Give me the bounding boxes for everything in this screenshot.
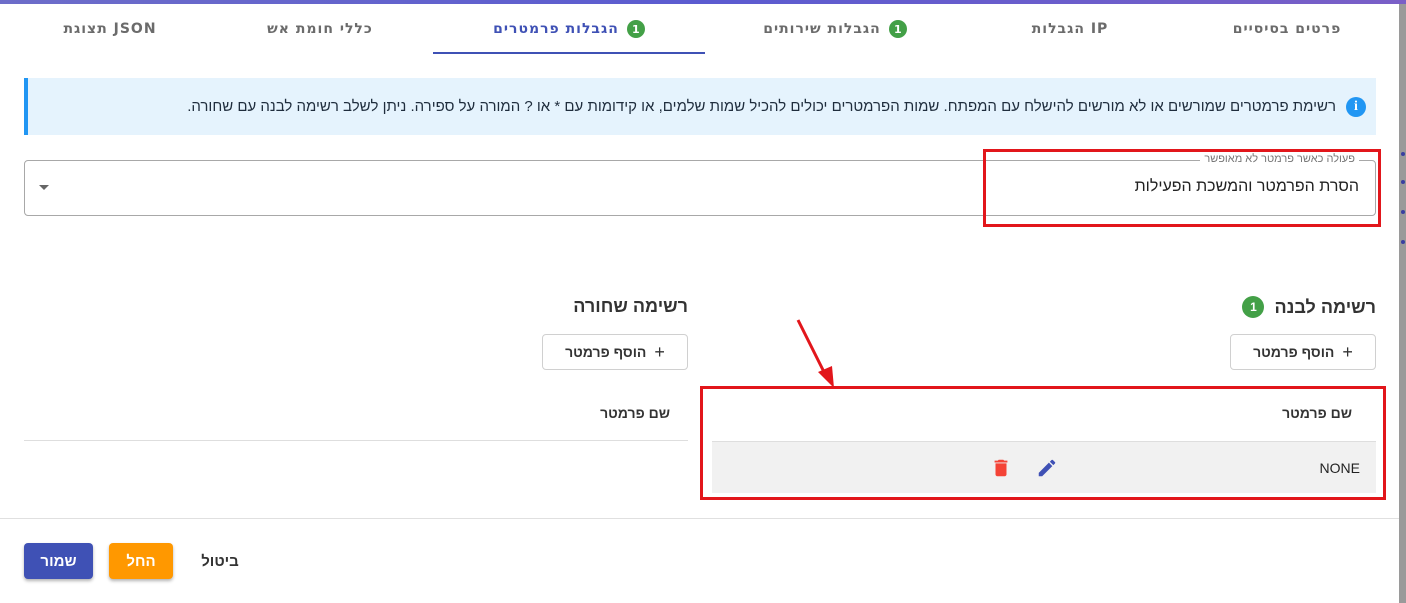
- cancel-button[interactable]: ביטול: [190, 543, 250, 579]
- whitelist-title: רשימה לבנה 1: [1242, 296, 1376, 318]
- blacklist-column-header: שם פרמטר: [600, 405, 670, 421]
- active-tab-indicator: [433, 52, 705, 54]
- blacklist-title: רשימה שחורה: [573, 296, 688, 317]
- info-banner-text: רשימת פרמטרים שמורשים או לא מורשים להישל…: [187, 98, 1336, 115]
- annotation-arrow-icon: [796, 319, 834, 388]
- tab-json-view[interactable]: תצוגת JSON: [20, 4, 200, 54]
- tab-label: פרטים בסיסיים: [1232, 21, 1342, 37]
- background-dot: [1401, 180, 1405, 184]
- table-divider: [24, 440, 688, 441]
- background-overlay: [1399, 4, 1406, 603]
- tab-label: הגבלות שירותים: [763, 21, 881, 37]
- tab-bar: פרטים בסיסיים הגבלות IP הגבלות שירותים 1…: [0, 4, 1399, 54]
- info-banner: רשימת פרמטרים שמורשים או לא מורשים להישל…: [24, 78, 1376, 135]
- add-button-label: הוסף פרמטר: [1253, 344, 1335, 360]
- whitelist-add-parameter-button[interactable]: הוסף פרמטר +: [1230, 334, 1376, 370]
- tab-ip-restrictions[interactable]: הגבלות IP: [960, 4, 1180, 54]
- whitelist-count-badge: 1: [1242, 296, 1265, 318]
- highlight-annotation-box: [700, 386, 1386, 500]
- plus-icon: +: [1342, 341, 1353, 362]
- background-dot: [1401, 240, 1405, 244]
- whitelist-title-text: רשימה לבנה: [1274, 296, 1376, 317]
- info-icon: i: [1346, 96, 1366, 117]
- chevron-down-icon[interactable]: [39, 185, 49, 190]
- tab-parameter-restrictions[interactable]: הגבלות פרמטרים 1: [433, 4, 705, 54]
- api-key-dialog: פרטים בסיסיים הגבלות IP הגבלות שירותים 1…: [0, 4, 1399, 603]
- tab-label: תצוגת JSON: [63, 21, 157, 37]
- tab-firewall-rules[interactable]: כללי חומת אש: [220, 4, 420, 54]
- tab-label: הגבלות פרמטרים: [493, 21, 619, 37]
- tab-basic-details[interactable]: פרטים בסיסיים: [1182, 4, 1392, 54]
- highlight-annotation-box: [983, 149, 1381, 227]
- footer-divider: [0, 518, 1399, 519]
- add-button-label: הוסף פרמטר: [565, 344, 647, 360]
- background-dot: [1401, 210, 1405, 214]
- blacklist-add-parameter-button[interactable]: הוסף פרמטר +: [542, 334, 688, 370]
- tab-count-badge: 1: [626, 20, 645, 38]
- tab-label: הגבלות IP: [1031, 21, 1109, 37]
- tab-label: כללי חומת אש: [267, 21, 373, 37]
- save-button[interactable]: שמור: [24, 543, 93, 579]
- tab-count-badge: 1: [888, 20, 907, 38]
- tab-service-restrictions[interactable]: הגבלות שירותים 1: [730, 4, 940, 54]
- background-dot: [1401, 152, 1405, 156]
- apply-button[interactable]: החל: [109, 543, 173, 579]
- plus-icon: +: [654, 341, 665, 362]
- blacklist-title-text: רשימה שחורה: [573, 296, 688, 316]
